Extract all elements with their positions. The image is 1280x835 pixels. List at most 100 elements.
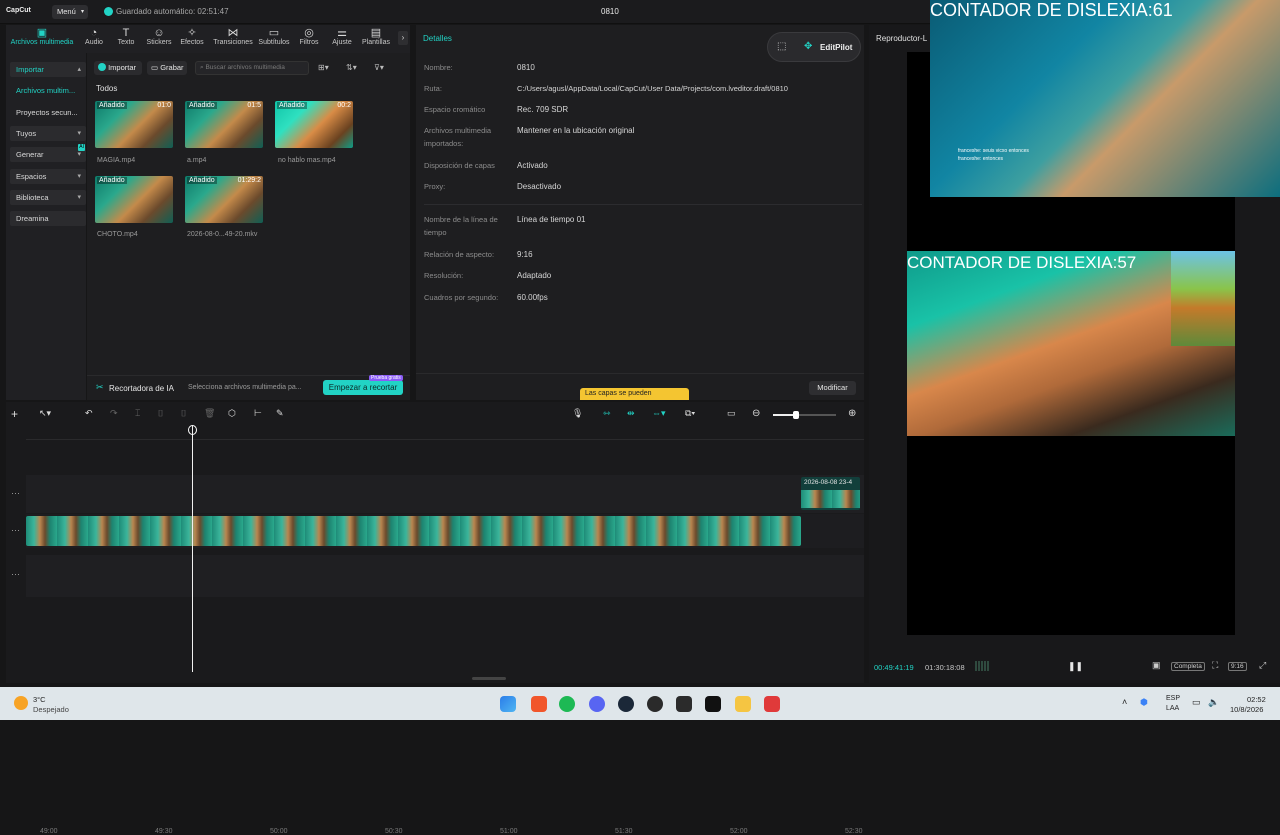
menu-label: Menú (57, 7, 76, 16)
zoom-slider-handle[interactable] (793, 411, 799, 419)
overlay-clip[interactable]: 2026-08-08 23-4 (801, 477, 860, 510)
pause-icon[interactable]: ❚❚ (1068, 661, 1083, 672)
tab-effects[interactable]: ✧ Efectos (172, 25, 212, 53)
media-item-name: 2026-08-0...49-20.mkv (187, 231, 258, 238)
clock-date[interactable]: 10/8/2026 (1230, 705, 1263, 714)
sidebar-item-media[interactable]: Archivos multim... (10, 83, 86, 98)
media-item-a[interactable]: Añadido 01:5 (185, 101, 263, 148)
tray-app-icon[interactable]: ⬢ (1140, 697, 1148, 708)
unity-icon[interactable] (676, 696, 692, 712)
menu-button[interactable]: Menú ▾ (52, 5, 88, 19)
link-icon[interactable]: ⇔▾ (652, 408, 666, 419)
microphone-icon[interactable]: 🎙 (572, 408, 583, 419)
brush-icon[interactable]: ✎ (276, 408, 284, 419)
language-layout[interactable]: LAA (1166, 705, 1179, 712)
split-left-icon[interactable]: ⌷ (158, 408, 163, 419)
template-icon: ▤ (370, 27, 382, 39)
detail-value: Rec. 709 SDR (517, 105, 569, 114)
ratio-button[interactable]: 9:16 (1228, 662, 1247, 671)
clock-time[interactable]: 02:52 (1247, 695, 1266, 704)
modify-button[interactable]: Modificar (809, 381, 856, 395)
tab-templates[interactable]: ▤ Plantillas (358, 25, 394, 53)
zoom-out-icon[interactable]: ⊖ (752, 408, 760, 419)
sidebar-item-yours[interactable]: Tuyos ▾ (10, 126, 86, 141)
view-toggle-icon[interactable]: ⊞▾ (318, 63, 329, 72)
folder-icon[interactable] (735, 696, 751, 712)
toolbar-scroll-right[interactable]: › (398, 31, 408, 45)
editpilot-button[interactable]: EditPilot (820, 43, 852, 52)
link-main-icon[interactable]: ⇿ (603, 408, 611, 419)
detail-value: C:/Users/agusl/AppData/Local/CapCut/User… (517, 84, 788, 93)
preview-axis-icon[interactable]: ⧉▾ (685, 408, 695, 419)
sidebar-item-spaces[interactable]: Espacios ▾ (10, 169, 86, 184)
undo-icon[interactable]: ↶ (85, 408, 93, 419)
media-panel: Importar ▭ Grabar ⌕ Buscar archivos mult… (87, 53, 410, 400)
fullscreen-icon[interactable]: ⛶ (1212, 660, 1218, 671)
autosave-icon (104, 7, 113, 16)
tab-subtitles[interactable]: ▭ Subtítulos (255, 25, 293, 53)
network-icon[interactable]: ▭ (1192, 697, 1201, 708)
scissors-icon: ✂ (96, 382, 104, 392)
weather-icon[interactable] (14, 696, 28, 710)
delete-icon[interactable]: 🗑 (204, 408, 215, 419)
zoom-slider[interactable] (773, 411, 836, 419)
magnet-icon[interactable]: ⇹ (627, 408, 635, 419)
tab-media[interactable]: ▣ Archivos multimedia (6, 25, 78, 53)
tab-filters[interactable]: ◎ Filtros (292, 25, 326, 53)
split-right-icon[interactable]: ⌷ (181, 408, 186, 419)
select-tool-icon[interactable]: ↖▾ (39, 408, 51, 419)
sidebar-item-library[interactable]: Biblioteca ▾ (10, 190, 86, 205)
sidebar-item-dreamina[interactable]: Dreamina (10, 211, 86, 226)
sidebar-item-secondary-projects[interactable]: Proyectos secun... (10, 105, 86, 120)
start-trim-button[interactable]: Empezar a recortar (323, 380, 403, 395)
brave-icon[interactable] (531, 696, 547, 712)
media-item-magia[interactable]: Añadido 01:0 (95, 101, 173, 148)
sidebar-item-generate[interactable]: Generar ▾ AI (10, 144, 86, 162)
tab-adjust[interactable]: ⚌ Ajuste (325, 25, 359, 53)
player-panel: Reproductor-L CONTADOR DE DISLEXIA:57 CO… (869, 0, 1280, 683)
media-item-choto[interactable]: Añadido (95, 176, 173, 223)
sidebar-item-import[interactable]: Importar ▴ (10, 62, 86, 77)
filter-icon[interactable]: ⊽▾ (374, 63, 384, 72)
app-icon[interactable] (764, 696, 780, 712)
redo-icon[interactable]: ↷ (110, 408, 118, 419)
main-video-clip[interactable] (26, 516, 801, 546)
language-code[interactable]: ESP (1166, 695, 1180, 702)
volume-icon[interactable]: 🔈 (1208, 697, 1219, 708)
full-quality-button[interactable]: Completa (1171, 662, 1205, 671)
cursor-icon[interactable]: ⬚ (777, 41, 786, 52)
tab-transitions[interactable]: ⋈ Transiciones (209, 25, 257, 53)
zoom-in-icon[interactable]: ⊕ (848, 408, 856, 419)
steam-icon[interactable] (618, 696, 634, 712)
details-tab[interactable]: Detalles (423, 34, 452, 43)
record-button[interactable]: ▭ Grabar (147, 61, 187, 75)
playhead-handle[interactable] (188, 425, 197, 435)
timeline-scrollbar[interactable] (472, 677, 506, 680)
trim-icon[interactable]: ⊢ (254, 408, 262, 419)
captions-icon[interactable]: ▭ (727, 408, 736, 419)
track-menu-icon[interactable]: ⋯ (11, 488, 20, 499)
media-item-no-hablo-mas[interactable]: Añadido 00:2 (275, 101, 353, 148)
obs-icon[interactable] (647, 696, 663, 712)
track-menu-icon[interactable]: ⋯ (11, 525, 20, 536)
split-icon[interactable]: ⌶ (135, 408, 140, 419)
discord-icon[interactable] (589, 696, 605, 712)
media-item-name: no hablo mas.mp4 (278, 157, 336, 164)
media-item-mkv[interactable]: Añadido 01:29:2 (185, 176, 263, 223)
subtitle-icon: ▭ (268, 27, 280, 39)
mask-icon[interactable]: ⬡ (228, 408, 236, 419)
dyslexia-counter-1: CONTADOR DE DISLEXIA:61 (930, 0, 1173, 20)
track-menu-icon[interactable]: ⋯ (11, 569, 20, 580)
start-icon[interactable] (500, 696, 516, 712)
capcut-icon[interactable] (705, 696, 721, 712)
import-button[interactable]: Importar (94, 61, 142, 75)
add-track-icon[interactable]: + (11, 407, 18, 421)
spotify-icon[interactable] (559, 696, 575, 712)
expand-icon[interactable]: ⤢ (1259, 660, 1266, 671)
playhead[interactable] (192, 426, 193, 672)
tray-chevron-icon[interactable]: ˄ (1122, 697, 1127, 707)
sort-icon[interactable]: ⇅▾ (346, 63, 357, 72)
crop-icon[interactable]: ▣ (1152, 660, 1161, 671)
ruler-tick: 50:00 (270, 828, 288, 835)
search-input[interactable]: ⌕ Buscar archivos multimedia (195, 61, 309, 75)
